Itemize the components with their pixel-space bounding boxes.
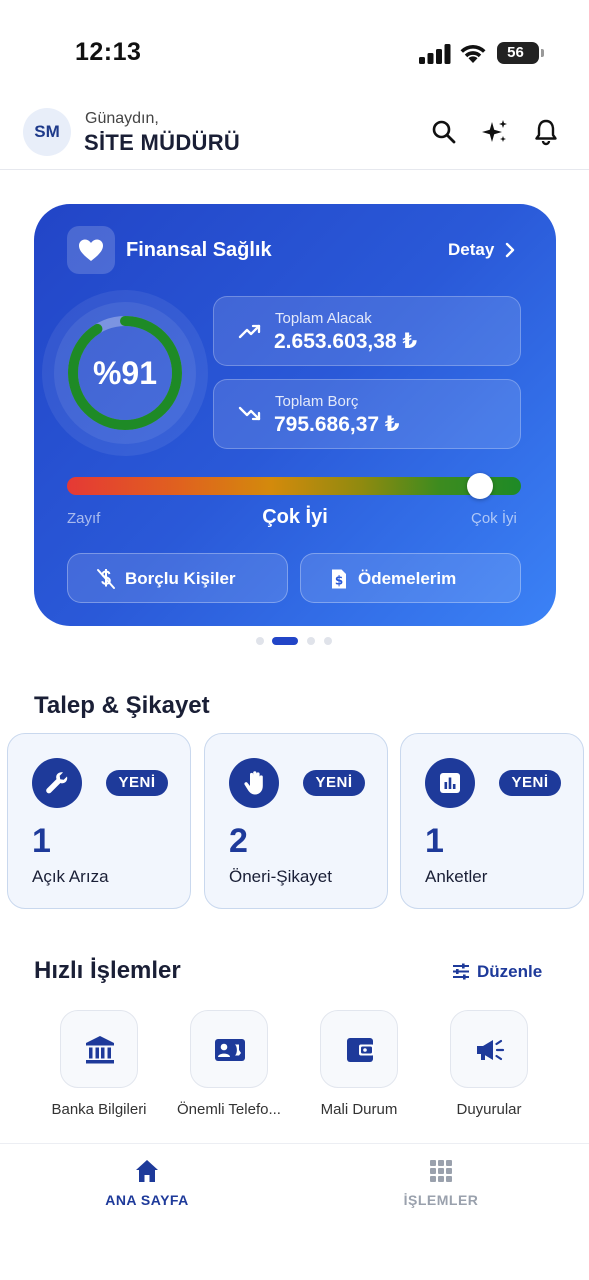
tab-home[interactable]: ANA SAYFA — [67, 1156, 227, 1216]
new-badge: YENİ — [303, 770, 365, 796]
quick-action-phones[interactable]: Önemli Telefo... — [164, 1010, 294, 1120]
poll-icon — [425, 758, 475, 808]
clock: 12:13 — [75, 38, 142, 66]
bell-icon[interactable] — [532, 118, 560, 146]
health-percent: %91 — [92, 355, 158, 391]
carousel-dot[interactable] — [307, 637, 315, 645]
phones-label: Önemli Telefo... — [177, 1101, 281, 1118]
card-title: Finansal Sağlık — [126, 239, 272, 261]
wifi-icon — [460, 44, 486, 63]
tab-operations-label: İŞLEMLER — [403, 1192, 479, 1208]
trending-down-icon — [238, 406, 261, 421]
receivable-label: Toplam Alacak — [275, 310, 372, 327]
payments-label: Ödemelerim — [358, 569, 457, 588]
new-badge: YENİ — [499, 770, 561, 796]
receivable-value: 2.653.603,38 ₺ — [274, 330, 418, 353]
carousel-dot-active[interactable] — [272, 637, 298, 645]
hand-icon — [229, 758, 279, 808]
bank-icon[interactable] — [60, 1010, 138, 1088]
edit-label: Düzenle — [477, 962, 543, 981]
chevron-right-icon[interactable] — [504, 242, 516, 258]
home-icon — [136, 1160, 158, 1182]
debtors-label: Borçlu Kişiler — [125, 569, 236, 588]
avatar[interactable]: SM — [23, 108, 71, 156]
sparkles-icon[interactable] — [481, 118, 509, 146]
tab-operations[interactable]: İŞLEMLER — [361, 1156, 521, 1216]
debt-value: 795.686,37 ₺ — [274, 413, 400, 436]
carousel-dot[interactable] — [256, 637, 264, 645]
bottom-tab-bar: ANA SAYFA İŞLEMLER — [0, 1143, 589, 1280]
quick-action-announcements[interactable]: Duyurular — [424, 1010, 554, 1120]
finance-status-label: Mali Durum — [320, 1101, 398, 1118]
debt-box[interactable]: Toplam Borç 795.686,37 ₺ — [213, 379, 521, 449]
status-bar: 12:13 56 — [0, 0, 589, 100]
quick-action-bank[interactable]: Banka Bilgileri — [34, 1010, 164, 1120]
signal-icon — [419, 44, 451, 64]
health-gauge-bar — [67, 473, 521, 499]
svg-text:$: $ — [335, 574, 343, 588]
megaphone-icon[interactable] — [450, 1010, 528, 1088]
requests-section-title: Talep & Şikayet — [34, 692, 210, 719]
bank-label: Banka Bilgileri — [51, 1101, 147, 1118]
tab-home-label: ANA SAYFA — [105, 1192, 189, 1208]
receipt-dollar-icon: $ — [332, 569, 346, 589]
greeting-text: Günaydın, — [85, 110, 159, 127]
debtors-button[interactable]: Borçlu Kişiler — [67, 553, 288, 603]
polls-card[interactable]: YENİ 1 Anketler — [400, 733, 584, 909]
no-money-icon — [97, 569, 115, 589]
battery-level: 56 — [507, 44, 524, 61]
announcements-label: Duyurular — [456, 1101, 522, 1118]
wrench-icon — [32, 758, 82, 808]
health-ring: %91 — [42, 290, 208, 456]
gauge-max-label: Çok İyi — [471, 510, 517, 527]
user-name: SİTE MÜDÜRÜ — [84, 130, 241, 155]
polls-count: 1 — [425, 822, 444, 860]
receivable-box[interactable]: Toplam Alacak 2.653.603,38 ₺ — [213, 296, 521, 366]
grid-icon — [430, 1160, 452, 1182]
debt-label: Toplam Borç — [275, 393, 359, 410]
open-fault-count: 1 — [32, 822, 51, 860]
suggestion-complaint-card[interactable]: YENİ 2 Öneri-Şikayet — [204, 733, 388, 909]
quick-action-finance[interactable]: Mali Durum — [294, 1010, 424, 1120]
quick-actions-title: Hızlı İşlemler — [34, 957, 181, 984]
polls-label: Anketler — [425, 867, 488, 886]
suggestion-count: 2 — [229, 822, 248, 860]
tune-icon — [453, 963, 469, 980]
app-header: SM Günaydın, SİTE MÜDÜRÜ — [0, 100, 589, 170]
trending-up-icon — [238, 324, 261, 339]
suggestion-label: Öneri-Şikayet — [229, 867, 332, 886]
carousel-dot[interactable] — [324, 637, 332, 645]
gauge-knob — [467, 473, 494, 499]
search-icon[interactable] — [430, 118, 458, 146]
battery-icon: 56 — [497, 42, 544, 64]
contact-phone-icon[interactable] — [190, 1010, 268, 1088]
payments-button[interactable]: $ Ödemelerim — [300, 553, 521, 603]
open-fault-card[interactable]: YENİ 1 Açık Arıza — [7, 733, 191, 909]
new-badge: YENİ — [106, 770, 168, 796]
financial-health-card[interactable]: Finansal Sağlık Detay %91 Toplam Alacak … — [34, 204, 556, 626]
wallet-icon[interactable] — [320, 1010, 398, 1088]
detail-link[interactable]: Detay — [448, 240, 494, 260]
heart-icon — [67, 226, 115, 274]
open-fault-label: Açık Arıza — [32, 867, 109, 886]
